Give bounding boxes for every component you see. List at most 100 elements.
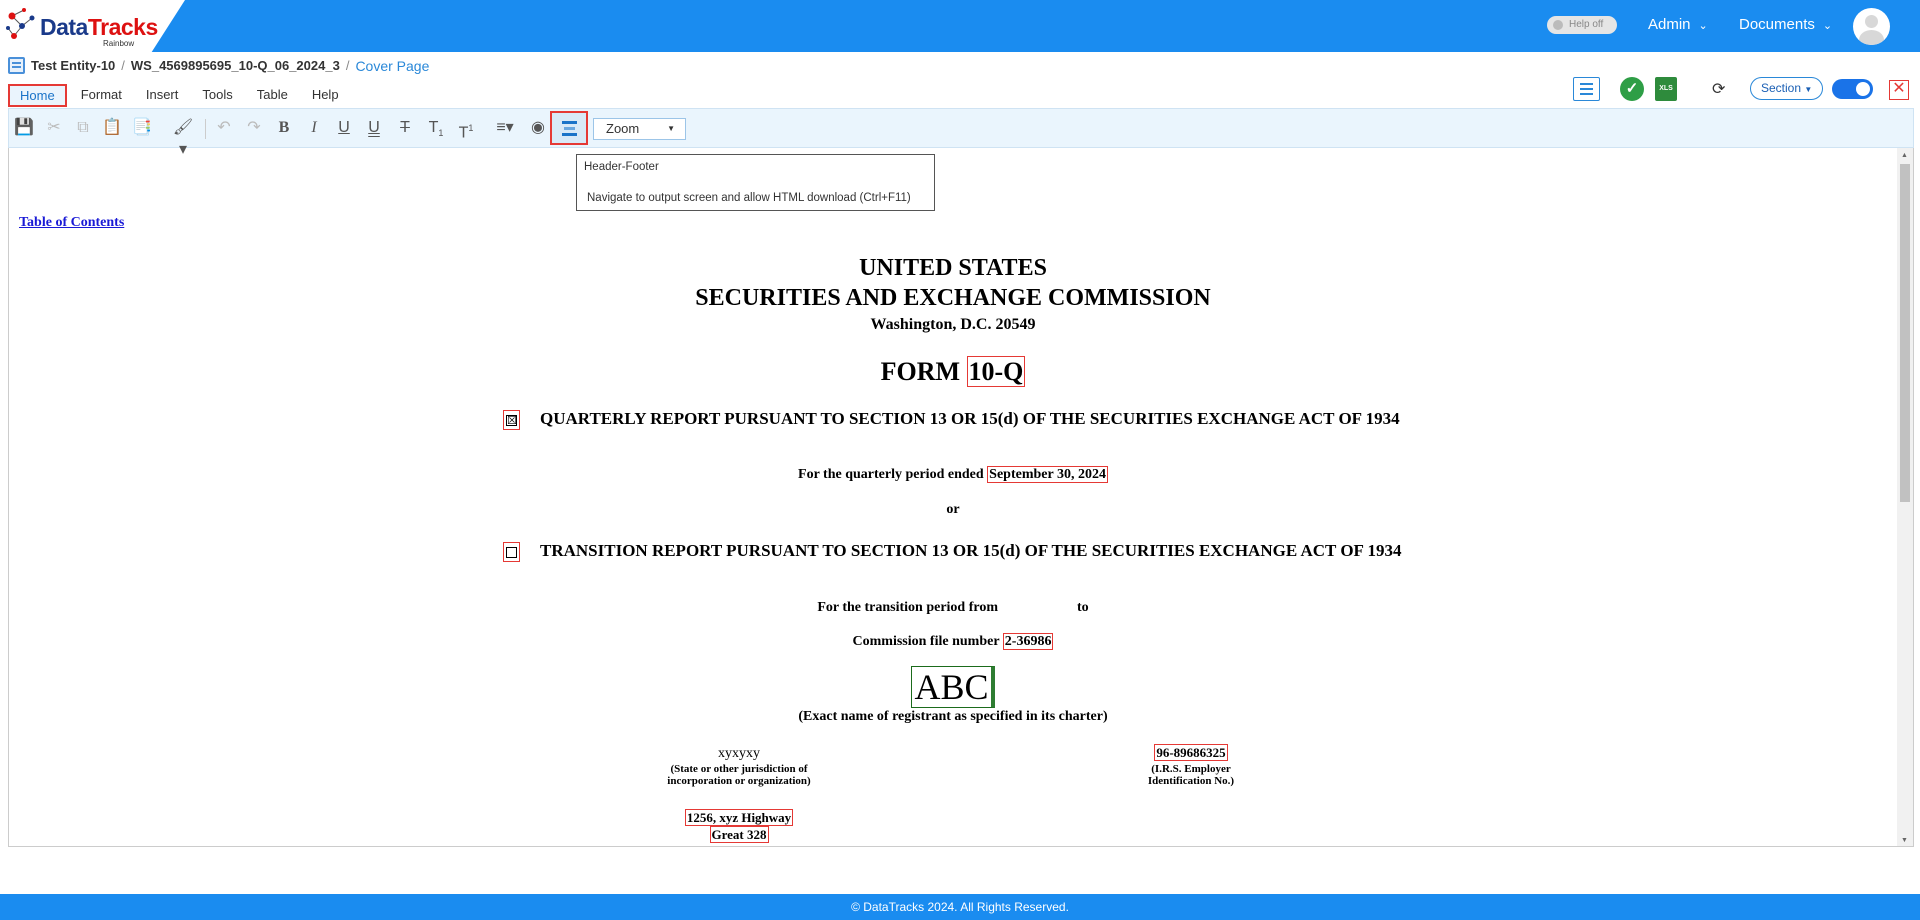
irs-caption-2: Identification No.) (1147, 775, 1235, 787)
commission-file-field[interactable]: 2-36986 (1002, 633, 1054, 650)
logo-subtitle: Rainbow (103, 39, 135, 48)
help-toggle-knob (1553, 20, 1563, 30)
strikethrough-icon[interactable]: T (394, 117, 416, 139)
scroll-down-icon[interactable]: ▼ (1901, 836, 1908, 844)
breadcrumb: Test Entity-10 / WS_4569895695_10-Q_06_2… (8, 57, 429, 74)
registrant-name-field[interactable]: ABC (911, 666, 995, 708)
breadcrumb-separator: / (345, 58, 350, 73)
underline-icon[interactable]: U (333, 117, 355, 139)
footer-line (562, 133, 577, 136)
irs-line: 96-89686325 (1111, 744, 1271, 761)
documents-menu[interactable]: Documents ⌄ (1739, 16, 1832, 33)
scrollbar-thumb[interactable] (1900, 164, 1910, 502)
address-2-field[interactable]: Great 328 (709, 826, 769, 843)
list-line (1580, 88, 1593, 90)
list-view-icon[interactable] (1573, 77, 1600, 101)
unchecked-box-icon (506, 546, 517, 558)
menu-help[interactable]: Help (300, 84, 351, 107)
redo-icon[interactable]: ↷ (243, 117, 265, 139)
logo-text: DataTracks (40, 14, 158, 40)
registrant-caption: (Exact name of registrant as specified i… (798, 709, 1108, 724)
list-line (1580, 93, 1593, 95)
breadcrumb-workspace[interactable]: WS_4569895695_10-Q_06_2024_3 (131, 58, 340, 73)
period-end-field[interactable]: September 30, 2024 (987, 466, 1108, 483)
copy-icon[interactable]: ⧉ (72, 117, 94, 139)
documents-menu-label: Documents (1739, 16, 1815, 33)
menu-table[interactable]: Table (245, 84, 300, 107)
breadcrumb-page[interactable]: Cover Page (355, 58, 429, 74)
avatar[interactable] (1853, 8, 1890, 45)
address-1-field[interactable]: 1256, xyz Highway (684, 809, 794, 826)
menu-format[interactable]: Format (69, 84, 134, 107)
italic-icon[interactable]: I (303, 117, 325, 139)
doc-heading-line3: Washington, D.C. 20549 (870, 316, 1036, 333)
doc-heading-line2: SECURITIES AND EXCHANGE COMMISSION (695, 285, 1211, 311)
state-field[interactable]: xyxyxy (629, 747, 849, 761)
bold-icon[interactable]: B (273, 117, 295, 139)
transition-checkbox[interactable] (503, 542, 520, 562)
irs-number-field[interactable]: 96-89686325 (1154, 744, 1228, 761)
superscript-icon[interactable]: T1 (455, 117, 477, 141)
help-toggle-label: Help off (1569, 19, 1604, 30)
preview-eye-icon[interactable]: ◉ (527, 117, 549, 139)
form-label: FORM (880, 357, 961, 386)
close-icon[interactable]: ✕ (1889, 80, 1909, 100)
help-toggle[interactable]: Help off (1547, 16, 1617, 34)
validate-check-icon[interactable]: ✓ (1620, 77, 1644, 101)
transition-period-line: For the transition period from to (9, 600, 1897, 616)
chevron-down-icon: ⌄ (1822, 20, 1833, 32)
refresh-icon[interactable]: ⟳ (1712, 79, 1730, 98)
body-line (564, 127, 575, 130)
checked-box-icon: ☒ (506, 413, 517, 427)
document-icon (8, 57, 25, 74)
double-underline-icon[interactable]: U (363, 117, 385, 139)
quarterly-checkbox[interactable]: ☒ (503, 410, 520, 430)
toolbar-divider (205, 119, 206, 139)
state-caption-2: incorporation or organization) (667, 775, 811, 787)
document-scrollbar[interactable]: ▲ ▼ (1897, 148, 1913, 846)
breadcrumb-separator: / (121, 58, 125, 73)
caret-down-icon: ▼ (667, 124, 675, 133)
menu-home[interactable]: Home (8, 84, 67, 107)
document-editor[interactable]: Table of Contents UNITED STATES SECURITI… (8, 148, 1914, 847)
main-menu: Home Format Insert Tools Table Help (8, 84, 351, 107)
zoom-label: Zoom (606, 121, 640, 136)
chevron-down-icon: ⌄ (1698, 20, 1708, 32)
transition-report-text: TRANSITION REPORT PURSUANT TO SECTION 13… (540, 541, 1402, 560)
transition-from-label: For the transition period from (817, 600, 998, 615)
format-painter-icon[interactable]: 🖌▾ (169, 117, 197, 158)
menu-tools[interactable]: Tools (190, 84, 244, 107)
irs-caption-1: (I.R.S. Employer (1151, 763, 1231, 775)
undo-icon[interactable]: ↶ (213, 117, 235, 139)
state-caption-1: (State or other jurisdiction of (670, 763, 808, 775)
caret-down-icon: ▼ (1804, 85, 1813, 94)
period-label: For the quarterly period ended (798, 467, 984, 482)
admin-menu-label: Admin (1648, 16, 1691, 33)
paste-special-icon[interactable]: 📑 (131, 117, 153, 139)
xls-export-icon[interactable]: XLS (1655, 77, 1677, 101)
save-icon[interactable]: 💾 (13, 117, 35, 139)
form-type-field[interactable]: 10-Q (966, 356, 1026, 387)
menu-insert[interactable]: Insert (134, 84, 191, 107)
paste-icon[interactable]: 📋 (101, 117, 123, 139)
zoom-dropdown[interactable]: Zoom ▼ (593, 118, 686, 140)
align-icon[interactable]: ≡▾ (491, 117, 519, 139)
top-bar: DataTracks Rainbow Help off Admin ⌄ Docum… (0, 0, 1920, 52)
footer: © DataTracks 2024. All Rights Reserved. (0, 894, 1920, 920)
quarterly-period-line: For the quarterly period ended September… (9, 466, 1897, 483)
cut-icon[interactable]: ✂ (43, 117, 65, 139)
view-toggle[interactable] (1832, 79, 1873, 99)
section-dropdown[interactable]: Section ▼ (1750, 77, 1824, 100)
section-dropdown-label: Section (1761, 81, 1802, 95)
form-title: FORM 10-Q (9, 356, 1897, 387)
breadcrumb-entity[interactable]: Test Entity-10 (31, 58, 115, 73)
table-of-contents-link[interactable]: Table of Contents (19, 215, 124, 231)
scroll-up-icon[interactable]: ▲ (1901, 151, 1908, 159)
avatar-body-icon (1859, 30, 1884, 45)
header-footer-icon[interactable] (550, 111, 588, 145)
subscript-icon[interactable]: T1 (425, 117, 447, 139)
logo[interactable]: DataTracks Rainbow (0, 0, 185, 52)
commission-label: Commission file number (852, 634, 1000, 649)
avatar-head-icon (1865, 15, 1878, 28)
admin-menu[interactable]: Admin ⌄ (1648, 16, 1708, 33)
